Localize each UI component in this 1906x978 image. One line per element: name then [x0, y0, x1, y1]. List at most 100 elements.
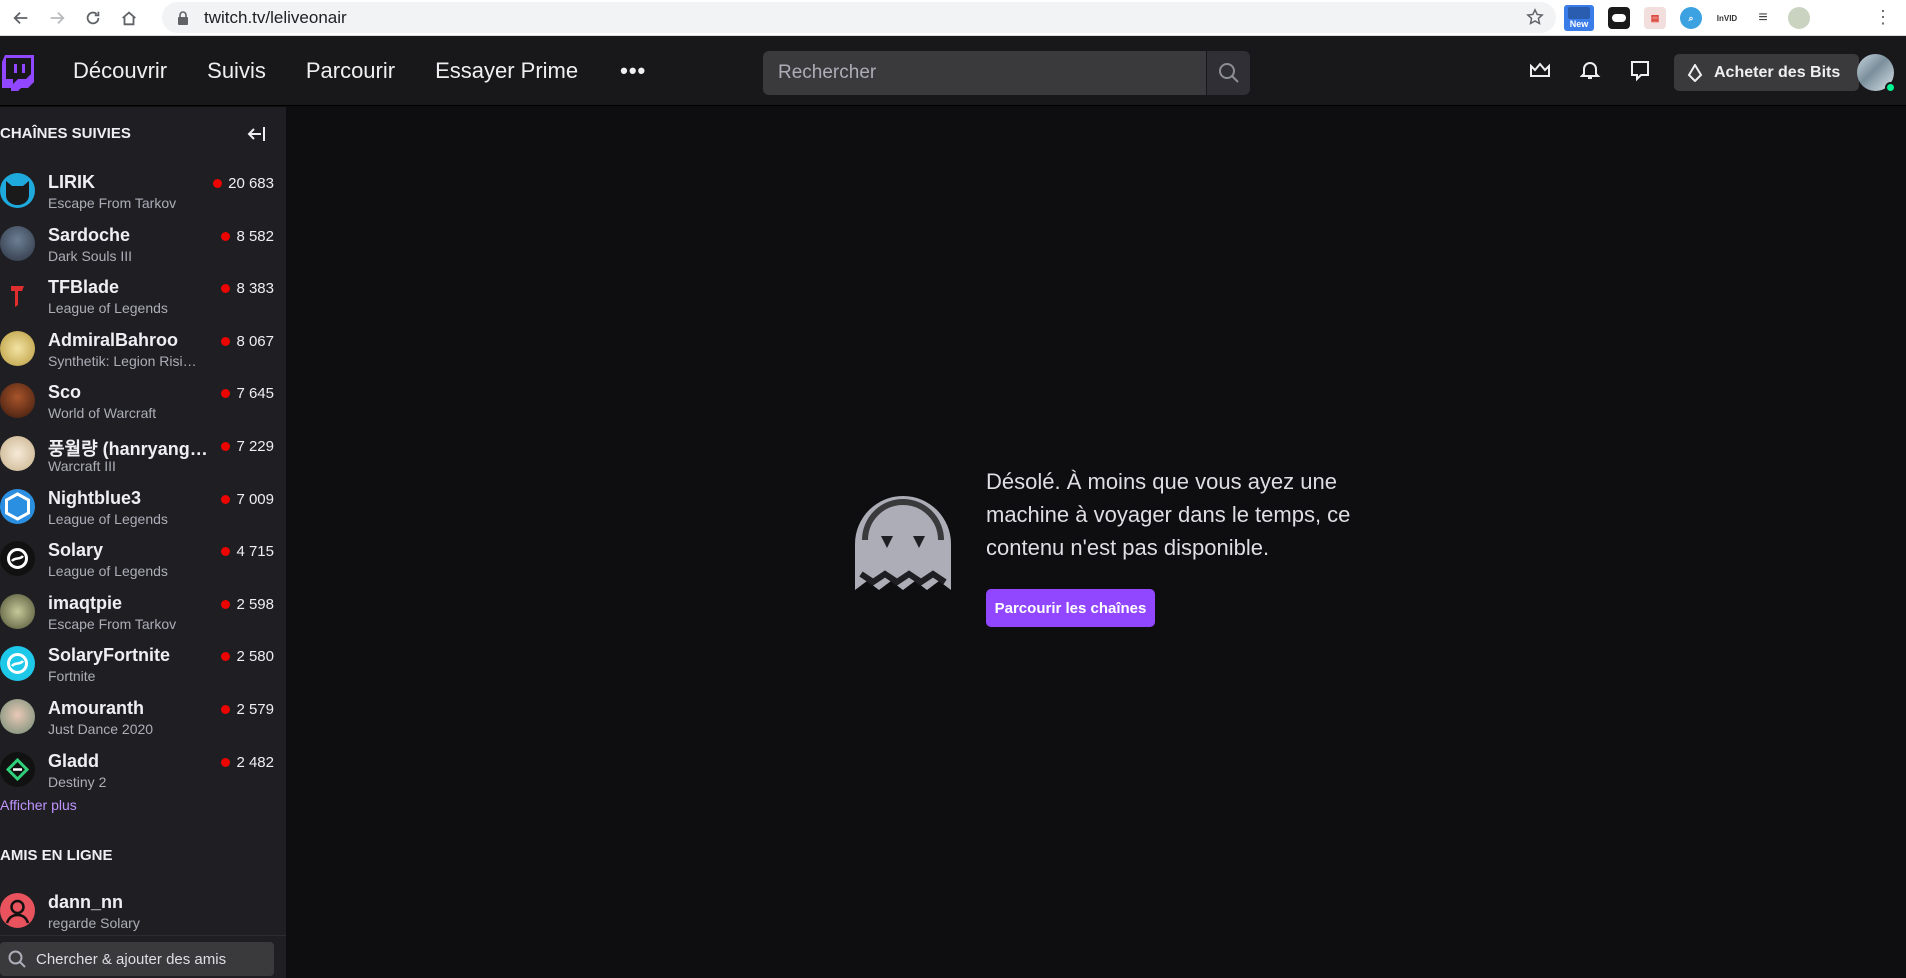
new-badge-label: New [1569, 19, 1589, 29]
new-badge-extension-icon[interactable]: New [1564, 5, 1594, 31]
reload-button[interactable] [78, 3, 108, 33]
channel-item[interactable]: Sardoche Dark Souls III 8 582 [0, 216, 286, 269]
channel-avatar [0, 278, 35, 314]
forward-button[interactable] [42, 3, 72, 33]
profile-extension-icon[interactable] [1788, 7, 1810, 29]
ghost-icon [855, 496, 951, 590]
friend-item[interactable]: dann_nn regarde Solary [0, 883, 286, 935]
buy-bits-label: Acheter des Bits [1714, 63, 1841, 81]
viewer-count: 2 598 [221, 596, 274, 613]
channel-game: Fortnite [48, 668, 96, 685]
pdf-extension-icon[interactable]: ▤ [1644, 7, 1666, 29]
online-status-dot [1885, 82, 1896, 93]
main-content: Désolé. À moins que vous ayez une machin… [287, 107, 1906, 978]
live-dot-icon [221, 389, 231, 399]
nav-browse[interactable]: Parcourir [306, 58, 395, 84]
buy-bits-button[interactable]: Acheter des Bits [1674, 54, 1859, 91]
viewer-count-value: 7 229 [236, 437, 274, 455]
channel-item[interactable]: AdmiralBahroo Synthetik: Legion Risi… 8 … [0, 321, 286, 374]
channel-avatar [0, 330, 35, 366]
channel-avatar [0, 383, 35, 419]
live-dot-icon [213, 179, 223, 188]
viewer-count: 7 645 [221, 385, 274, 402]
viewer-count-value: 4 715 [236, 543, 274, 561]
nav-discover[interactable]: Découvrir [73, 58, 167, 84]
viewer-count: 8 383 [221, 280, 274, 297]
channel-name: Gladd [48, 750, 100, 771]
friend-search-input[interactable] [36, 950, 266, 968]
more-options-icon[interactable]: ••• [620, 58, 646, 84]
viewer-count: 2 580 [221, 648, 274, 665]
arrow-right-icon [50, 11, 65, 24]
bell-icon[interactable] [1578, 58, 1602, 82]
channel-item[interactable]: SolaryFortnite Fortnite 2 580 [0, 636, 286, 689]
nav-try-prime[interactable]: Essayer Prime [435, 58, 578, 84]
search-button[interactable] [1207, 51, 1250, 95]
bookmark-star-icon[interactable] [1526, 8, 1544, 26]
viewer-count: 8 582 [221, 228, 274, 245]
channel-item[interactable]: LIRIK Escape From Tarkov 20 683 [0, 163, 286, 216]
show-more-link[interactable]: Afficher plus [0, 797, 77, 813]
channel-game: Warcraft III [48, 457, 116, 474]
nav-following[interactable]: Suivis [207, 58, 266, 84]
channel-item[interactable]: TFBlade League of Legends 8 383 [0, 268, 286, 321]
viewer-count-value: 2 580 [236, 648, 274, 666]
url-text: twitch.tv/leliveonair [204, 7, 347, 27]
home-icon [122, 10, 136, 25]
magnifier-extension-icon[interactable]: ⌕ [1680, 7, 1702, 29]
viewer-count: 4 715 [221, 543, 274, 560]
channel-game: Synthetik: Legion Risi… [48, 352, 197, 369]
user-avatar[interactable] [1857, 54, 1896, 93]
collapse-sidebar-icon[interactable] [245, 123, 267, 145]
extensions-bar: New ▤ ⌕ InVID ≡ [1564, 4, 1810, 32]
channel-item[interactable]: Nightblue3 League of Legends 7 009 [0, 479, 286, 532]
unavailable-message: Désolé. À moins que vous ayez une machin… [986, 469, 1351, 560]
main-nav-links: Découvrir Suivis Parcourir Essayer Prime… [73, 36, 646, 106]
home-button[interactable] [114, 3, 144, 33]
channel-avatar [0, 541, 35, 577]
channel-avatar [0, 593, 35, 629]
playlist-extension-icon[interactable]: ≡ [1752, 7, 1774, 29]
browse-channels-button[interactable]: Parcourir les chaînes [986, 589, 1155, 627]
live-dot-icon [221, 704, 231, 714]
channel-game: Destiny 2 [48, 773, 107, 790]
channel-item[interactable]: Gladd Destiny 2 2 482 [0, 742, 286, 795]
followed-channels-header: CHAÎNES SUIVIES [0, 125, 131, 142]
channel-item[interactable]: Solary League of Legends 4 715 [0, 531, 286, 584]
mask-extension-icon[interactable] [1608, 7, 1630, 29]
address-bar[interactable]: twitch.tv/leliveonair [162, 2, 1556, 33]
lock-icon [178, 10, 188, 25]
channel-avatar [0, 646, 35, 682]
channel-name: TFBlade [48, 277, 120, 298]
browser-menu-icon[interactable]: ⋮ [1874, 8, 1892, 26]
channel-game: Just Dance 2020 [48, 720, 154, 737]
friend-search-bar [0, 935, 286, 978]
friend-search-box [0, 942, 274, 976]
followed-channel-list: LIRIK Escape From Tarkov 20 683 Sardoche… [0, 163, 286, 794]
search-icon [1218, 63, 1239, 83]
channel-item[interactable]: Amouranth Just Dance 2020 2 579 [0, 689, 286, 742]
live-dot-icon [221, 284, 231, 294]
online-friends-header: AMIS EN LIGNE [0, 847, 113, 864]
channel-avatar [0, 435, 35, 471]
bits-icon [1687, 63, 1703, 82]
channel-item[interactable]: Sco World of Warcraft 7 645 [0, 373, 286, 426]
live-dot-icon [221, 336, 231, 346]
channel-name: SolaryFortnite [48, 645, 171, 666]
viewer-count: 8 067 [221, 333, 274, 350]
channel-item[interactable]: imaqtpie Escape From Tarkov 2 598 [0, 584, 286, 637]
sidebar: CHAÎNES SUIVIES LIRIK Escape From Tarkov… [0, 107, 286, 978]
viewer-count-value: 8 383 [236, 280, 274, 298]
channel-item[interactable]: 풍월량 (hanryang11… Warcraft III 7 229 [0, 426, 286, 479]
crown-icon[interactable] [1528, 58, 1552, 82]
live-dot-icon [221, 441, 231, 451]
channel-name: Solary [48, 540, 104, 561]
whispers-icon[interactable] [1628, 58, 1652, 82]
invid-extension-icon[interactable]: InVID [1716, 7, 1738, 29]
twitch-logo-icon[interactable] [2, 55, 34, 91]
channel-name: Sco [48, 382, 82, 403]
friend-avatar [0, 893, 35, 928]
search-icon [8, 950, 26, 968]
search-input[interactable] [763, 51, 1207, 95]
back-button[interactable] [6, 3, 36, 33]
